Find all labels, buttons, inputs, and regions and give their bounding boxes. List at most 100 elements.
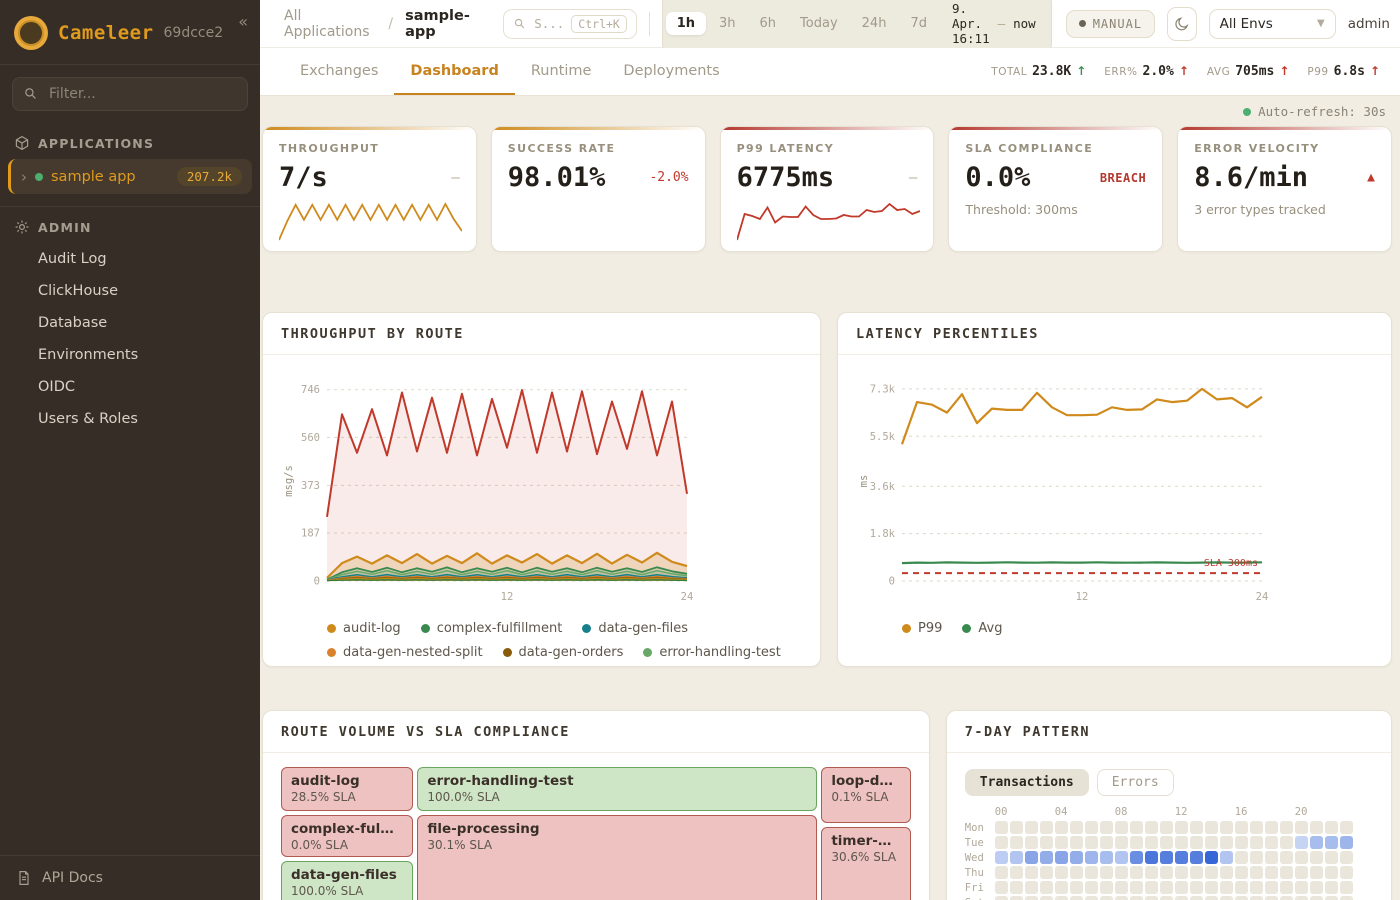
legend-item-data-gen-nested-split[interactable]: data-gen-nested-split bbox=[327, 645, 483, 660]
heatmap-cell bbox=[1115, 866, 1128, 879]
throughput-chart-body: 01873735607461224msg/s audit-logcomplex-… bbox=[263, 355, 820, 666]
tab-exchanges[interactable]: Exchanges bbox=[284, 48, 394, 95]
treemap-cell-complex-fulfillment[interactable]: complex-fulfillment0.0% SLA bbox=[281, 815, 413, 857]
stat-p99: P996.8s↑ bbox=[1307, 64, 1380, 79]
api-docs-label: API Docs bbox=[42, 870, 103, 886]
heatmap-mode-toggles: Transactions Errors bbox=[965, 769, 1373, 796]
treemap-cell-name: complex-fulfillment bbox=[291, 821, 403, 837]
heatmap-cell bbox=[995, 881, 1008, 894]
kpi-subtext: 3 error types tracked bbox=[1194, 202, 1375, 217]
theme-toggle-button[interactable] bbox=[1167, 7, 1197, 41]
heatmap-cell bbox=[1115, 851, 1128, 864]
kpi-main: 6775ms– bbox=[737, 162, 918, 193]
heatmap-cell bbox=[1250, 896, 1263, 900]
range-3h[interactable]: 3h bbox=[708, 12, 747, 35]
legend-item-p99[interactable]: P99 bbox=[902, 621, 942, 636]
legend-item-audit-log[interactable]: audit-log bbox=[327, 621, 401, 636]
heatmap-cell bbox=[1115, 821, 1128, 834]
breadcrumb-all-applications[interactable]: All Applications bbox=[284, 8, 376, 40]
kpi-title: SLA COMPLIANCE bbox=[965, 142, 1146, 155]
heatmap-toggle-errors[interactable]: Errors bbox=[1097, 769, 1174, 796]
environment-selected-value: All Envs bbox=[1220, 16, 1273, 32]
kpi-aside: – bbox=[451, 170, 459, 186]
hour-label bbox=[1070, 806, 1083, 818]
heatmap-cell bbox=[1010, 866, 1023, 879]
sidebar-item-users-roles[interactable]: Users & Roles bbox=[0, 403, 260, 435]
day-label: Thu bbox=[965, 867, 993, 879]
treemap-cell-file-processing[interactable]: file-processing30.1% SLA bbox=[417, 815, 817, 900]
heatmap-cell bbox=[1250, 866, 1263, 879]
sidebar-collapse-icon[interactable]: « bbox=[238, 12, 248, 31]
hour-label bbox=[1190, 806, 1203, 818]
kpi-aside: BREACH bbox=[1100, 171, 1146, 185]
sidebar-item-clickhouse[interactable]: ClickHouse bbox=[0, 275, 260, 307]
treemap-cell-data-gen-files[interactable]: data-gen-files100.0% SLA bbox=[281, 861, 413, 900]
range-today[interactable]: Today bbox=[789, 12, 849, 35]
environment-select[interactable]: All Envs ▼ bbox=[1209, 9, 1336, 39]
heatmap-cell bbox=[1325, 821, 1338, 834]
heatmap-cell bbox=[1220, 881, 1233, 894]
sidebar-item-environments[interactable]: Environments bbox=[0, 339, 260, 371]
treemap-cell-error-handling-test[interactable]: error-handling-test100.0% SLA bbox=[417, 767, 817, 811]
search-shortcut-kbd: Ctrl+K bbox=[571, 15, 627, 33]
applications-section-header: APPLICATIONS bbox=[0, 123, 260, 159]
legend-dot-icon bbox=[421, 624, 430, 633]
heatmap-cell bbox=[1340, 836, 1353, 849]
time-range-control: 1h3h6hToday24h7d9. Apr. 16:11—now bbox=[662, 0, 1052, 54]
sidebar-item-audit-log[interactable]: Audit Log bbox=[0, 243, 260, 275]
global-search[interactable]: S... Ctrl+K bbox=[503, 9, 637, 39]
brand-instance-id: 69dcce2 bbox=[164, 25, 224, 41]
latency-chart: 01.8k3.6k5.5k7.3k1224msSLA 300ms bbox=[856, 367, 1276, 607]
tab-runtime[interactable]: Runtime bbox=[515, 48, 608, 95]
heatmap-cell bbox=[1160, 836, 1173, 849]
treemap-cell-timer-heartbeat[interactable]: timer-heartbeat30.6% SLA bbox=[821, 827, 910, 900]
gear-icon bbox=[14, 219, 30, 235]
legend-item-complex-fulfillment[interactable]: complex-fulfillment bbox=[421, 621, 563, 636]
sidebar-item-database[interactable]: Database bbox=[0, 307, 260, 339]
kpi-card-row: THROUGHPUT7/s–SUCCESS RATE98.01%-2.0%P99… bbox=[262, 126, 1392, 252]
heatmap-cell bbox=[1265, 896, 1278, 900]
range-1h[interactable]: 1h bbox=[666, 12, 706, 35]
sidebar-item-sample-app[interactable]: › sample app 207.2k bbox=[8, 159, 252, 194]
legend-item-data-gen-files[interactable]: data-gen-files bbox=[582, 621, 688, 636]
svg-text:7.3k: 7.3k bbox=[870, 383, 896, 395]
treemap-cell-loop-demo[interactable]: loop-demo0.1% SLA bbox=[821, 767, 910, 823]
legend-label: data-gen-files bbox=[598, 621, 688, 636]
heatmap-row-tue: Tue bbox=[965, 836, 1373, 849]
heatmap-cell bbox=[995, 836, 1008, 849]
tabbar: ExchangesDashboardRuntimeDeployments TOT… bbox=[260, 48, 1400, 96]
legend-item-data-gen-orders[interactable]: data-gen-orders bbox=[503, 645, 624, 660]
svg-text:5.5k: 5.5k bbox=[870, 431, 896, 443]
svg-text:0: 0 bbox=[889, 576, 895, 588]
kpi-card-success-rate: SUCCESS RATE 98.01%-2.0% bbox=[491, 126, 706, 252]
range-24h[interactable]: 24h bbox=[851, 12, 898, 35]
range-7d[interactable]: 7d bbox=[899, 12, 938, 35]
kpi-main: 98.01%-2.0% bbox=[508, 162, 689, 193]
legend-item-error-handling-test[interactable]: error-handling-test bbox=[643, 645, 780, 660]
chevron-right-icon[interactable]: › bbox=[21, 168, 27, 186]
heatmap-toggle-transactions[interactable]: Transactions bbox=[965, 769, 1089, 796]
heatmap-cell bbox=[1130, 821, 1143, 834]
panel-title: 7-DAY PATTERN bbox=[947, 711, 1391, 753]
svg-text:msg/s: msg/s bbox=[283, 465, 295, 497]
legend-item-avg[interactable]: Avg bbox=[962, 621, 1002, 636]
tab-deployments[interactable]: Deployments bbox=[607, 48, 735, 95]
stat-avg: AVG705ms↑ bbox=[1207, 64, 1290, 79]
heatmap-cell bbox=[1070, 881, 1083, 894]
heatmap-cell bbox=[1325, 866, 1338, 879]
sidebar-item-oidc[interactable]: OIDC bbox=[0, 371, 260, 403]
heatmap-cell bbox=[1160, 896, 1173, 900]
sidebar-item-api-docs[interactable]: API Docs bbox=[0, 855, 260, 900]
heatmap-cell bbox=[1175, 866, 1188, 879]
manual-refresh-button[interactable]: MANUAL bbox=[1066, 10, 1155, 38]
day-label: Sat bbox=[965, 897, 993, 900]
charts-row: THROUGHPUT BY ROUTE 01873735607461224msg… bbox=[262, 312, 1392, 667]
range-6h[interactable]: 6h bbox=[749, 12, 788, 35]
filter-input[interactable] bbox=[47, 85, 237, 103]
tab-dashboard[interactable]: Dashboard bbox=[394, 48, 514, 95]
treemap-cell-audit-log[interactable]: audit-log28.5% SLA bbox=[281, 767, 413, 811]
range-custom[interactable]: 9. Apr. 16:11—now bbox=[940, 0, 1048, 50]
heatmap-cell bbox=[1295, 896, 1308, 900]
sidebar-filter[interactable] bbox=[12, 77, 248, 111]
kpi-title: SUCCESS RATE bbox=[508, 142, 689, 155]
